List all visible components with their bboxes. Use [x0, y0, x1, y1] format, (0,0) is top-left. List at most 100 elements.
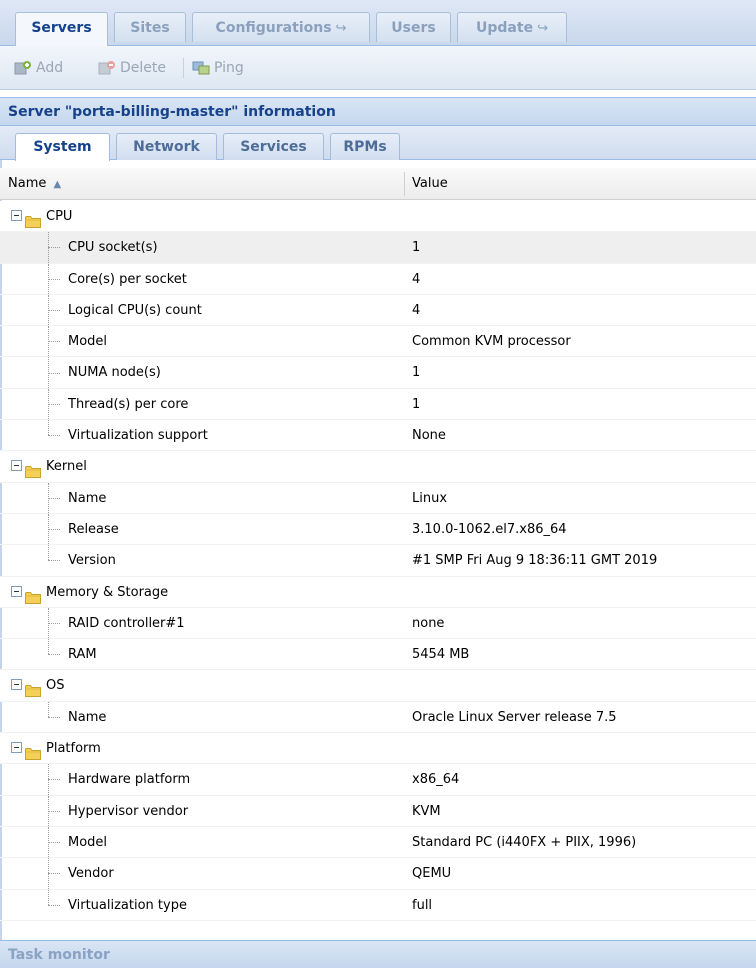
property-value: 5454 MB	[412, 647, 470, 663]
delete-server-icon	[98, 60, 116, 76]
tree-connector	[48, 420, 49, 436]
tab-label: System	[33, 139, 92, 155]
tree-group-row[interactable]: Kernel	[0, 451, 756, 483]
collapse-toggle-icon[interactable]	[11, 585, 22, 597]
tree-item-row[interactable]: RAID controller#1 none	[0, 607, 756, 640]
toolbar: Add Delete Ping	[0, 46, 756, 90]
property-name: NUMA node(s)	[68, 365, 161, 381]
property-value: Linux	[412, 490, 448, 506]
tree-item-row[interactable]: Core(s) per socket 4	[0, 263, 756, 295]
ping-icon	[192, 60, 210, 76]
top-tab-bar: Servers Sites Configurations ↪ Users Upda…	[0, 0, 756, 46]
grid-header: Name ▲ Value	[0, 168, 756, 200]
collapse-toggle-icon[interactable]	[11, 460, 22, 472]
tree-group-row[interactable]: CPU	[0, 201, 756, 233]
property-value: 1	[412, 396, 421, 412]
tab-label: Update	[476, 20, 534, 36]
delete-button[interactable]: Delete	[98, 56, 166, 80]
property-name: Vendor	[68, 866, 114, 882]
tab-update[interactable]: Update ↪	[457, 12, 567, 42]
tree-item-row[interactable]: Virtualization support None	[0, 420, 756, 452]
tree-item-row[interactable]: Virtualization type full	[0, 889, 756, 921]
property-value: 1	[412, 240, 421, 256]
tab-services[interactable]: Services	[223, 133, 324, 160]
add-button[interactable]: Add	[14, 56, 63, 80]
folder-icon	[25, 585, 41, 604]
tree-connector	[48, 435, 60, 437]
tab-label: Servers	[31, 20, 92, 36]
tab-rpms[interactable]: RPMs	[330, 133, 400, 160]
folder-icon	[25, 678, 41, 698]
tree-item-row[interactable]: Hardware platform x86_64	[0, 764, 756, 796]
property-value: #1 SMP Fri Aug 9 18:36:11 GMT 2019	[412, 553, 658, 569]
tab-users[interactable]: Users	[376, 12, 451, 42]
property-value: Standard PC (i440FX + PIIX, 1996)	[412, 834, 637, 850]
tree-group-row[interactable]: Platform	[0, 733, 756, 765]
property-name: Logical CPU(s) count	[68, 302, 202, 318]
property-name: CPU socket(s)	[68, 240, 158, 256]
tree-item-row[interactable]: Release 3.10.0-1062.el7.x86_64	[0, 513, 756, 546]
task-monitor-panel[interactable]: Task monitor	[0, 940, 756, 968]
tree-item-row[interactable]: Name Oracle Linux Server release 7.5	[0, 701, 756, 734]
ping-button[interactable]: Ping	[192, 56, 244, 80]
tree-item-row[interactable]: Version #1 SMP Fri Aug 9 18:36:11 GMT 201…	[0, 545, 756, 577]
tree-connector	[48, 654, 60, 656]
tab-network[interactable]: Network	[116, 133, 217, 160]
collapse-toggle-icon[interactable]	[11, 742, 22, 754]
property-name: Version	[68, 553, 116, 569]
property-name: Model	[68, 834, 108, 850]
tab-configurations[interactable]: Configurations ↪	[192, 12, 370, 42]
collapse-toggle-icon[interactable]	[11, 210, 22, 221]
tree-item-row[interactable]: RAM 5454 MB	[0, 639, 756, 671]
tree-item-row[interactable]: Hypervisor vendor KVM	[0, 795, 756, 827]
property-name: Model	[68, 334, 108, 350]
tree-connector	[48, 310, 60, 312]
property-name: Thread(s) per core	[68, 396, 189, 412]
tab-servers[interactable]: Servers	[15, 12, 108, 46]
tree-item-row[interactable]: CPU socket(s) 1	[0, 232, 756, 264]
collapse-toggle-icon[interactable]	[11, 679, 22, 691]
tab-system[interactable]: System	[15, 133, 110, 161]
tree-connector	[48, 701, 49, 717]
column-header-value[interactable]: Value	[404, 168, 756, 200]
column-header-name[interactable]: Name ▲	[0, 168, 404, 200]
tree-connector	[48, 623, 60, 624]
tree-item-row[interactable]: Name Linux	[0, 482, 756, 514]
delete-label: Delete	[120, 60, 166, 76]
tree-connector	[48, 904, 60, 906]
tree-item-row[interactable]: Logical CPU(s) count 4	[0, 294, 756, 327]
panel-title: Server "porta-billing-master" informatio…	[0, 97, 756, 126]
tree-item-row[interactable]: NUMA node(s) 1	[0, 357, 756, 389]
add-server-icon	[14, 60, 32, 76]
sort-ascending-icon: ▲	[53, 179, 62, 190]
property-value: full	[412, 897, 433, 913]
tree-connector	[48, 889, 49, 905]
tree-connector	[48, 403, 60, 405]
ping-label: Ping	[214, 60, 244, 76]
add-label: Add	[36, 60, 64, 76]
property-name: Hypervisor vendor	[68, 803, 189, 819]
tree-item-row[interactable]: Model Standard PC (i440FX + PIIX, 1996)	[0, 826, 756, 859]
property-name: Virtualization type	[68, 897, 187, 913]
property-value: x86_64	[412, 772, 460, 788]
tree-connector	[48, 873, 60, 875]
tree-item-row[interactable]: Thread(s) per core 1	[0, 388, 756, 421]
tree-connector	[48, 278, 60, 280]
tab-label: Users	[391, 20, 436, 36]
tab-label: RPMs	[343, 139, 387, 155]
tree-item-row[interactable]: Vendor QEMU	[0, 858, 756, 890]
tab-sites[interactable]: Sites	[114, 12, 186, 42]
external-arrow-icon: ↪	[335, 21, 347, 36]
tree-group-row[interactable]: OS	[0, 670, 756, 702]
column-name-label: Name	[8, 176, 47, 191]
tree-connector	[48, 545, 49, 561]
tree-group-row[interactable]: Memory & Storage	[0, 576, 756, 608]
tree-connector	[48, 372, 60, 374]
tab-label: Network	[133, 139, 200, 155]
property-value: Common KVM processor	[412, 334, 571, 350]
property-value: Oracle Linux Server release 7.5	[412, 709, 617, 725]
tree-item-row[interactable]: Model Common KVM processor	[0, 326, 756, 358]
group-label: OS	[46, 678, 65, 694]
property-name: Virtualization support	[68, 428, 208, 444]
tree-connector	[48, 842, 60, 844]
